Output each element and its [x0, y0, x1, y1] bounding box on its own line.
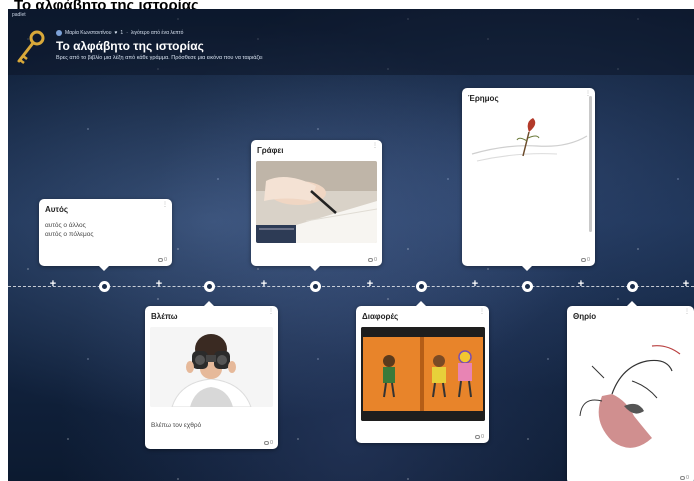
add-post-plus-icon[interactable]: + [681, 279, 691, 290]
meta-separator: · [126, 30, 128, 36]
board-description: Βρες από το βιβλίο μια λέξη από κάθε γρά… [56, 55, 263, 61]
comment-count[interactable]: 0 [367, 257, 377, 263]
card-pointer [416, 301, 426, 306]
post-image-binoculars[interactable] [150, 327, 273, 407]
post-card-c[interactable]: Γράφει ⋮ 0 [251, 140, 382, 266]
post-image-writing[interactable] [256, 161, 377, 243]
comment-count[interactable]: 0 [580, 257, 590, 263]
post-title: Αυτός [45, 205, 69, 214]
post-title: Βλέπω [151, 312, 178, 321]
timeline-node [99, 281, 110, 292]
timeline-node [416, 281, 427, 292]
add-post-plus-icon[interactable]: + [154, 279, 164, 290]
comment-count[interactable]: 0 [679, 475, 689, 481]
timeline-node [522, 281, 533, 292]
comment-icon [474, 435, 480, 439]
comment-count[interactable]: 0 [263, 440, 273, 446]
comment-icon [580, 258, 586, 262]
more-icon[interactable]: ⋮ [268, 309, 274, 315]
post-line: αυτός ο άλλος [45, 222, 86, 229]
post-card-a[interactable]: Αυτός ⋮ αυτός ο άλλος αυτός ο πόλεμος 0 [39, 199, 172, 266]
padlet-board: padlet Μαρία Κωνσταντίνου ♥ 1 · λιγότερο… [8, 9, 694, 481]
comment-count[interactable]: 0 [474, 434, 484, 440]
post-body: αυτός ο άλλος αυτός ο πόλεμος [45, 221, 93, 239]
add-post-plus-icon[interactable]: + [48, 279, 58, 290]
board-meta: Μαρία Κωνσταντίνου ♥ 1 · λιγότερο από έν… [56, 30, 183, 36]
comment-count[interactable]: 0 [157, 257, 167, 263]
comment-icon [157, 258, 163, 262]
card-pointer [99, 266, 109, 271]
author-name[interactable]: Μαρία Κωνσταντίνου [65, 30, 111, 36]
like-count: 1 [120, 30, 124, 36]
edited-time: λιγότερο από ένα λεπτό [130, 30, 184, 36]
comment-icon [367, 258, 373, 262]
timeline-node [627, 281, 638, 292]
more-icon[interactable]: ⋮ [162, 202, 168, 208]
timeline-node [310, 281, 321, 292]
more-icon[interactable]: ⋮ [684, 309, 690, 315]
post-title: Έρημος [468, 94, 499, 103]
post-image-differences[interactable] [361, 327, 485, 421]
post-image-beast-drawing[interactable] [572, 326, 688, 466]
post-card-d[interactable]: Διαφορές ⋮ 0 [356, 306, 489, 443]
post-line: αυτός ο πόλεμος [45, 231, 94, 238]
add-post-plus-icon[interactable]: + [576, 279, 586, 290]
timeline-node [204, 281, 215, 292]
card-pointer [310, 266, 320, 271]
board-header: padlet Μαρία Κωνσταντίνου ♥ 1 · λιγότερο… [8, 9, 694, 75]
timeline-line [8, 286, 694, 287]
comment-icon [679, 476, 685, 480]
post-card-f[interactable]: Θηρίο ⋮ 0 [567, 306, 694, 481]
comment-icon [263, 441, 269, 445]
card-pointer [522, 266, 532, 271]
card-pointer [627, 301, 637, 306]
post-image-desert-drawing[interactable] [467, 106, 589, 166]
more-icon[interactable]: ⋮ [372, 143, 378, 149]
padlet-brand[interactable]: padlet [12, 12, 26, 18]
post-card-e[interactable]: Έρημος ⋮ 0 [462, 88, 595, 266]
post-title: Διαφορές [362, 312, 399, 321]
post-caption: Βλέπω τον εχθρό [151, 422, 202, 429]
card-scrollbar[interactable] [589, 96, 592, 232]
add-post-plus-icon[interactable]: + [470, 279, 480, 290]
add-post-plus-icon[interactable]: + [365, 279, 375, 290]
board-title: Το αλφάβητο της ιστορίας [56, 39, 204, 53]
heart-icon[interactable]: ♥ [114, 30, 117, 36]
post-card-b[interactable]: Βλέπω ⋮ Βλέπω τον εχθρό 0 [145, 306, 278, 449]
add-post-plus-icon[interactable]: + [259, 279, 269, 290]
key-icon [17, 30, 45, 64]
post-title: Θηρίο [573, 312, 597, 321]
card-pointer [204, 301, 214, 306]
author-avatar[interactable] [56, 30, 62, 36]
more-icon[interactable]: ⋮ [479, 309, 485, 315]
post-title: Γράφει [257, 146, 284, 155]
